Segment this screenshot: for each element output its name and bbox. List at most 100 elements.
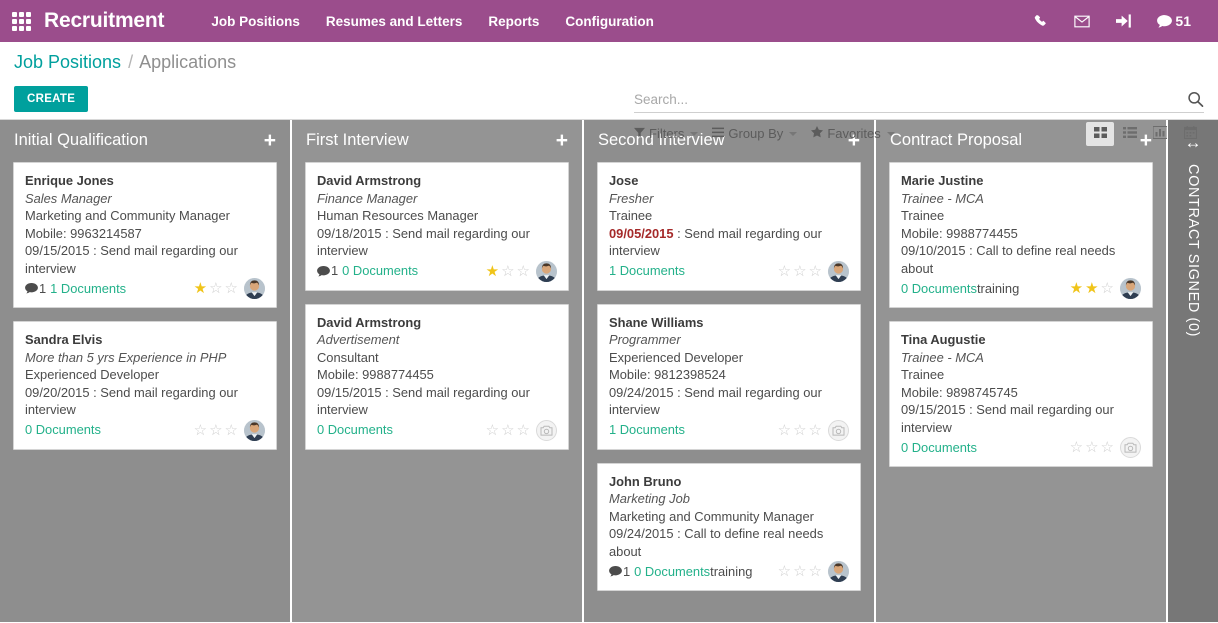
- breadcrumb-root[interactable]: Job Positions: [14, 52, 121, 72]
- card-right-controls: ☆☆☆: [778, 261, 849, 282]
- priority-star-empty-icon[interactable]: ☆: [501, 423, 514, 438]
- create-button[interactable]: CREATE: [14, 86, 88, 112]
- kanban-card[interactable]: Enrique JonesSales ManagerMarketing and …: [13, 162, 277, 308]
- apps-grid-icon[interactable]: [8, 8, 34, 34]
- list-view-button[interactable]: [1116, 122, 1144, 146]
- applicant-subtitle: Trainee - MCA: [901, 349, 1141, 367]
- priority-star-empty-icon[interactable]: ☆: [225, 281, 238, 296]
- card-right-controls: ☆☆☆: [778, 420, 849, 441]
- kanban-card[interactable]: JoseFresherTrainee09/05/2015 : Send mail…: [597, 162, 861, 291]
- applicant-name: Enrique Jones: [25, 172, 265, 190]
- next-activity: 09/15/2015 : Send mail regarding our int…: [317, 384, 557, 419]
- kanban-card[interactable]: David ArmstrongFinance ManagerHuman Reso…: [305, 162, 569, 291]
- avatar[interactable]: [244, 278, 265, 299]
- card-right-controls: ★☆☆: [486, 261, 557, 282]
- graph-view-button[interactable]: [1146, 122, 1174, 146]
- documents-link[interactable]: 0 Documents: [901, 439, 977, 457]
- kanban-card[interactable]: David ArmstrongAdvertisementConsultantMo…: [305, 304, 569, 450]
- avatar[interactable]: [244, 420, 265, 441]
- kanban-card[interactable]: Marie JustineTrainee - MCATraineeMobile:…: [889, 162, 1153, 308]
- priority-star-empty-icon[interactable]: ☆: [1085, 440, 1098, 455]
- priority-star-empty-icon[interactable]: ☆: [517, 423, 530, 438]
- priority-star-empty-icon[interactable]: ☆: [1101, 440, 1114, 455]
- avatar[interactable]: [828, 261, 849, 282]
- avatar-placeholder-icon[interactable]: [536, 420, 557, 441]
- menu-item-job-positions[interactable]: Job Positions: [198, 2, 313, 41]
- documents-link[interactable]: 1 Documents: [609, 421, 685, 439]
- priority-star-empty-icon[interactable]: ☆: [793, 264, 806, 279]
- priority-star-empty-icon[interactable]: ☆: [194, 423, 207, 438]
- documents-link[interactable]: 1 Documents: [50, 280, 126, 298]
- documents-link[interactable]: 0 Documents: [317, 421, 393, 439]
- priority-star-empty-icon[interactable]: ☆: [517, 264, 530, 279]
- applicant-name: Sandra Elvis: [25, 331, 265, 349]
- kanban-column-title: First Interview: [306, 131, 409, 150]
- next-activity: 09/10/2015 : Call to define real needs a…: [901, 242, 1141, 277]
- priority-star-empty-icon[interactable]: ☆: [778, 423, 791, 438]
- menu-item-reports[interactable]: Reports: [475, 2, 552, 41]
- documents-link[interactable]: 0 Documents: [634, 563, 710, 581]
- avatar[interactable]: [828, 561, 849, 582]
- envelope-icon[interactable]: [1061, 9, 1103, 34]
- priority-star-empty-icon[interactable]: ☆: [209, 423, 222, 438]
- activity-date: 09/18/2015: [317, 226, 382, 241]
- kanban-column-title: Contract Proposal: [890, 131, 1022, 150]
- activity-date: 09/15/2015: [25, 243, 90, 258]
- next-activity: 09/24/2015 : Call to define real needs a…: [609, 525, 849, 560]
- documents-link[interactable]: 0 Documents: [25, 421, 101, 439]
- kanban-card[interactable]: Sandra ElvisMore than 5 yrs Experience i…: [13, 321, 277, 450]
- list-icon: [1123, 126, 1137, 142]
- applicant-mobile: Mobile: 9963214587: [25, 225, 265, 243]
- messages-counter[interactable]: 51: [1144, 8, 1204, 34]
- avatar-placeholder-icon[interactable]: [828, 420, 849, 441]
- documents-link[interactable]: 1 Documents: [609, 262, 685, 280]
- documents-link[interactable]: 0 Documents: [901, 280, 977, 298]
- sign-in-icon[interactable]: [1103, 8, 1144, 34]
- add-record-plus-icon[interactable]: +: [264, 134, 276, 148]
- priority-star-empty-icon[interactable]: ☆: [809, 423, 822, 438]
- calendar-view-button[interactable]: [1176, 122, 1204, 146]
- priority-star-filled-icon[interactable]: ★: [486, 264, 499, 279]
- priority-star-empty-icon[interactable]: ☆: [1070, 440, 1083, 455]
- documents-link[interactable]: 0 Documents: [342, 262, 418, 280]
- priority-star-empty-icon[interactable]: ☆: [486, 423, 499, 438]
- priority-star-empty-icon[interactable]: ☆: [1101, 281, 1114, 296]
- add-record-plus-icon[interactable]: +: [556, 134, 568, 148]
- menu-item-resumes-and-letters[interactable]: Resumes and Letters: [313, 2, 476, 41]
- priority-star-filled-icon[interactable]: ★: [1070, 281, 1083, 296]
- priority-star-empty-icon[interactable]: ☆: [209, 281, 222, 296]
- search-icon[interactable]: [1187, 91, 1204, 108]
- priority-star-empty-icon[interactable]: ☆: [809, 564, 822, 579]
- priority-star-empty-icon[interactable]: ☆: [809, 264, 822, 279]
- message-count[interactable]: 1: [25, 280, 46, 298]
- app-brand-title[interactable]: Recruitment: [44, 9, 164, 33]
- search-box[interactable]: [634, 91, 1204, 113]
- message-count[interactable]: 1: [317, 262, 338, 280]
- priority-star-empty-icon[interactable]: ☆: [225, 423, 238, 438]
- avatar-placeholder-icon[interactable]: [1120, 437, 1141, 458]
- phone-icon[interactable]: [1021, 8, 1061, 34]
- priority-star-empty-icon[interactable]: ☆: [778, 564, 791, 579]
- kanban-card-footer: 10 Documentstraining☆☆☆: [609, 561, 849, 582]
- priority-star-empty-icon[interactable]: ☆: [793, 564, 806, 579]
- priority-star-empty-icon[interactable]: ☆: [793, 423, 806, 438]
- avatar[interactable]: [536, 261, 557, 282]
- avatar[interactable]: [1120, 278, 1141, 299]
- priority-star-empty-icon[interactable]: ☆: [501, 264, 514, 279]
- message-count[interactable]: 1: [609, 563, 630, 581]
- kanban-card[interactable]: John BrunoMarketing JobMarketing and Com…: [597, 463, 861, 592]
- applicant-mobile: Mobile: 9898745745: [901, 384, 1141, 402]
- menu-item-configuration[interactable]: Configuration: [552, 2, 666, 41]
- groupby-dropdown[interactable]: Group By: [712, 126, 797, 141]
- favorites-dropdown[interactable]: Favorites: [811, 126, 894, 141]
- priority-star-filled-icon[interactable]: ★: [1085, 281, 1098, 296]
- kanban-folded-column-contract-signed[interactable]: ↔CONTRACT SIGNED (0): [1168, 120, 1218, 622]
- filters-dropdown[interactable]: Filters: [634, 126, 698, 141]
- priority-star-empty-icon[interactable]: ☆: [778, 264, 791, 279]
- applicant-subtitle: Marketing Job: [609, 490, 849, 508]
- priority-star-filled-icon[interactable]: ★: [194, 281, 207, 296]
- kanban-card[interactable]: Shane WilliamsProgrammerExperienced Deve…: [597, 304, 861, 450]
- search-input[interactable]: [634, 92, 1187, 107]
- kanban-view-button[interactable]: [1086, 122, 1114, 146]
- kanban-card[interactable]: Tina AugustieTrainee - MCATraineeMobile:…: [889, 321, 1153, 467]
